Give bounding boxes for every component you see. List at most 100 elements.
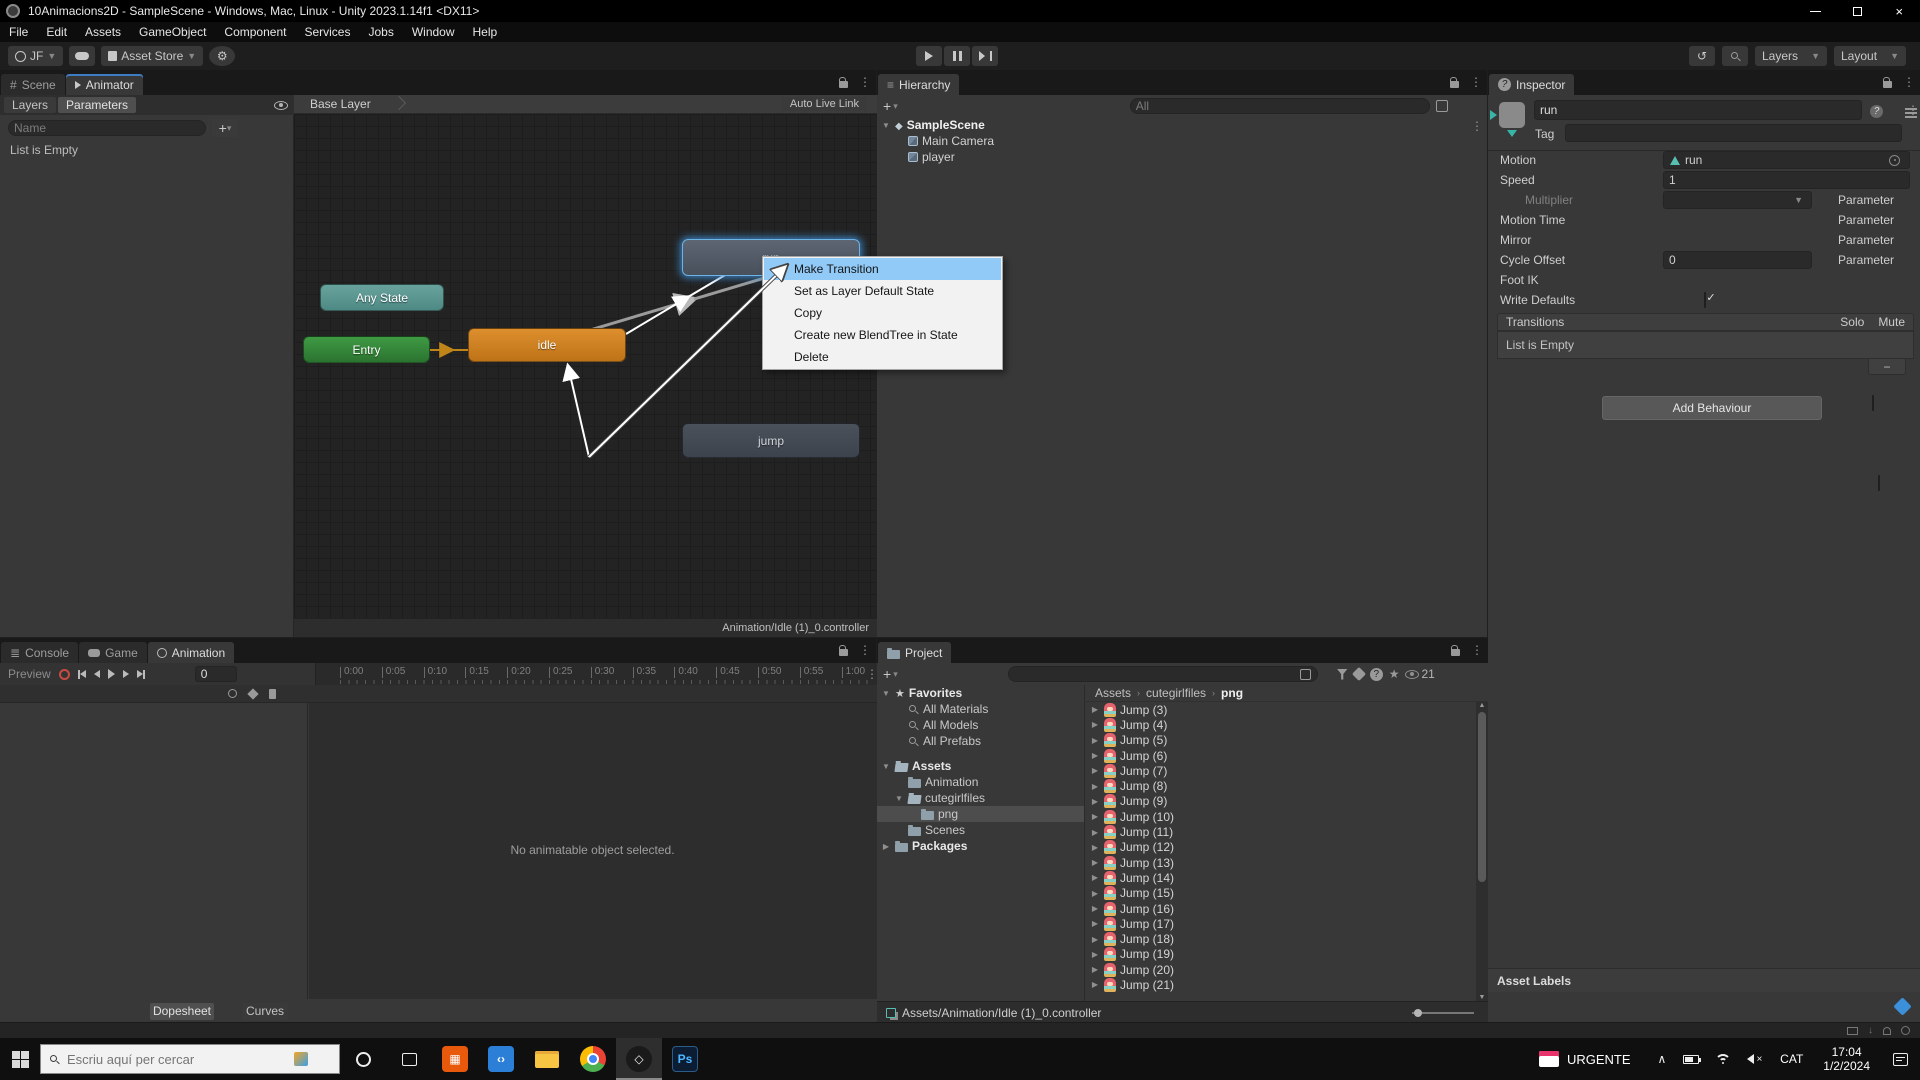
menu-item[interactable]: Services	[295, 22, 359, 42]
breadcrumb-cutegirlfiles[interactable]: cutegirlfiles	[1146, 686, 1206, 700]
menu-item[interactable]: Help	[464, 22, 507, 42]
curves-button[interactable]: Curves	[242, 1003, 288, 1020]
tag-field[interactable]	[1565, 124, 1902, 142]
menu-item[interactable]: Component	[215, 22, 295, 42]
context-menu-item[interactable]: Make Transition	[764, 258, 1001, 280]
prev-key-button[interactable]	[94, 670, 100, 678]
context-menu-item[interactable]: Copy	[764, 302, 1001, 324]
volume-muted-icon[interactable]: ×	[1747, 1054, 1762, 1065]
clock[interactable]: 17:04 1/2/2024	[1823, 1045, 1870, 1073]
taskbar-app-explorer[interactable]	[524, 1038, 570, 1080]
panel-menu-icon[interactable]: ⋮	[1471, 643, 1483, 657]
asset-labels-header[interactable]: Asset Labels	[1488, 968, 1920, 992]
search-by-type-icon[interactable]	[1337, 669, 1348, 680]
play-button[interactable]	[916, 46, 942, 66]
close-button[interactable]: ×	[1878, 0, 1920, 22]
hierarchy-row[interactable]: Main Camera	[877, 133, 1488, 149]
foot-ik-checkbox[interactable]	[1878, 475, 1880, 491]
timeline-ruler[interactable]: 0:000:050:100:150:200:250:300:350:400:45…	[315, 663, 877, 685]
cloud-button[interactable]	[69, 46, 95, 66]
status-display-icon[interactable]	[1847, 1027, 1858, 1035]
project-file-row[interactable]: ▶ Jump (6)	[1086, 748, 1476, 763]
dopesheet-button[interactable]: Dopesheet	[150, 1003, 214, 1020]
notification-center-button[interactable]	[1880, 1038, 1920, 1080]
tab-console[interactable]: ≣Console	[1, 642, 78, 663]
taskbar-search-box[interactable]	[40, 1044, 340, 1074]
breadcrumb-assets[interactable]: Assets	[1095, 686, 1131, 700]
step-button[interactable]	[972, 46, 998, 66]
menu-item[interactable]: Jobs	[359, 22, 402, 42]
project-tree-row[interactable]: All Models	[877, 717, 1084, 733]
state-node-any-state[interactable]: Any State	[320, 284, 444, 311]
state-node-entry[interactable]: Entry	[303, 336, 430, 363]
project-file-row[interactable]: ▶ Jump (21)	[1086, 977, 1476, 992]
state-node-jump[interactable]: jump	[682, 423, 860, 458]
project-tree-row[interactable]: ▼ Assets	[877, 758, 1084, 774]
project-file-row[interactable]: ▶ Jump (13)	[1086, 855, 1476, 870]
help-icon[interactable]	[1870, 105, 1883, 118]
scene-menu-icon[interactable]: ⋮	[1471, 119, 1483, 133]
favorites-filter-icon[interactable]: ★	[1389, 667, 1400, 681]
multiplier-dropdown[interactable]: ▼	[1663, 191, 1812, 209]
thumbnail-zoom-slider[interactable]	[1412, 1012, 1474, 1014]
edit-labels-pencil-icon[interactable]	[1893, 997, 1911, 1015]
project-file-row[interactable]: ▶ Jump (15)	[1086, 886, 1476, 901]
base-layer-breadcrumb[interactable]: Base Layer	[310, 97, 371, 111]
taskbar-app-photoshop[interactable]: Ps	[662, 1038, 708, 1080]
create-object-button[interactable]: +▾	[883, 99, 898, 113]
context-menu-item[interactable]: Delete	[764, 346, 1001, 368]
first-key-button[interactable]	[78, 670, 86, 679]
anim-record-keyframe-icon[interactable]	[228, 689, 237, 698]
lock-icon[interactable]	[839, 81, 848, 88]
status-download-icon[interactable]: ↓	[1868, 1025, 1873, 1036]
speed-field[interactable]	[1663, 171, 1910, 189]
project-file-row[interactable]: ▶ Jump (12)	[1086, 840, 1476, 855]
context-menu-item[interactable]: Create new BlendTree in State	[764, 324, 1001, 346]
menu-item[interactable]: GameObject	[130, 22, 215, 42]
tab-hierarchy[interactable]: ≡Hierarchy	[878, 74, 959, 95]
open-new-window-icon[interactable]	[1300, 669, 1311, 680]
project-tree-row[interactable]: Scenes	[877, 822, 1084, 838]
project-file-row[interactable]: ▶ Jump (3)	[1086, 702, 1476, 717]
project-search-input[interactable]	[1008, 666, 1318, 682]
project-tree-row[interactable]: ▶ Packages	[877, 838, 1084, 854]
eye-icon[interactable]	[274, 101, 288, 110]
project-file-row[interactable]: ▶ Jump (11)	[1086, 824, 1476, 839]
hidden-icons-button[interactable]: ∧	[1658, 1052, 1667, 1066]
lock-icon[interactable]	[1451, 649, 1460, 656]
write-defaults-checkbox[interactable]	[1704, 292, 1706, 308]
project-file-row[interactable]: ▶ Jump (10)	[1086, 809, 1476, 824]
object-picker-icon[interactable]	[1889, 155, 1900, 166]
state-node-idle[interactable]: idle	[468, 328, 626, 362]
project-file-row[interactable]: ▶ Jump (16)	[1086, 901, 1476, 916]
asset-store-button[interactable]: Asset Store▼	[101, 46, 203, 66]
project-file-row[interactable]: ▶ Jump (4)	[1086, 717, 1476, 732]
task-view-button[interactable]	[386, 1038, 432, 1080]
auto-live-link-button[interactable]: Auto Live Link	[782, 97, 867, 111]
pause-button[interactable]	[944, 46, 970, 66]
context-menu-item[interactable]: Set as Layer Default State	[764, 280, 1001, 302]
project-file-row[interactable]: ▶ Jump (8)	[1086, 778, 1476, 793]
frame-field[interactable]	[195, 666, 237, 682]
status-bell-icon[interactable]	[1883, 1027, 1891, 1035]
layers-dropdown[interactable]: Layers▼	[1755, 46, 1827, 66]
status-progress-icon[interactable]	[1901, 1026, 1910, 1035]
project-tree-row[interactable]: ▼ cutegirlfiles	[877, 790, 1084, 806]
project-file-row[interactable]: ▶ Jump (18)	[1086, 931, 1476, 946]
mirror-checkbox[interactable]	[1872, 395, 1874, 411]
project-tree-row[interactable]: All Prefabs	[877, 733, 1084, 749]
motion-field[interactable]: run	[1663, 151, 1910, 169]
lock-icon[interactable]	[1883, 81, 1892, 88]
project-tree-row[interactable]: png	[877, 806, 1084, 822]
scroll-up-icon[interactable]: ▲	[1477, 702, 1487, 709]
language-indicator[interactable]: CAT	[1780, 1052, 1803, 1066]
play-animation-button[interactable]	[108, 669, 115, 679]
add-keyframe-icon[interactable]	[247, 688, 258, 699]
maximize-button[interactable]	[1836, 0, 1878, 22]
cloud-build-icon[interactable]: ⚙	[209, 46, 235, 66]
add-parameter-button[interactable]: +▾	[212, 119, 238, 137]
project-file-row[interactable]: ▶ Jump (17)	[1086, 916, 1476, 931]
hidden-count[interactable]: 21	[1405, 667, 1434, 681]
panel-menu-icon[interactable]: ⋮	[859, 75, 871, 89]
alert-icon[interactable]	[1370, 668, 1383, 681]
